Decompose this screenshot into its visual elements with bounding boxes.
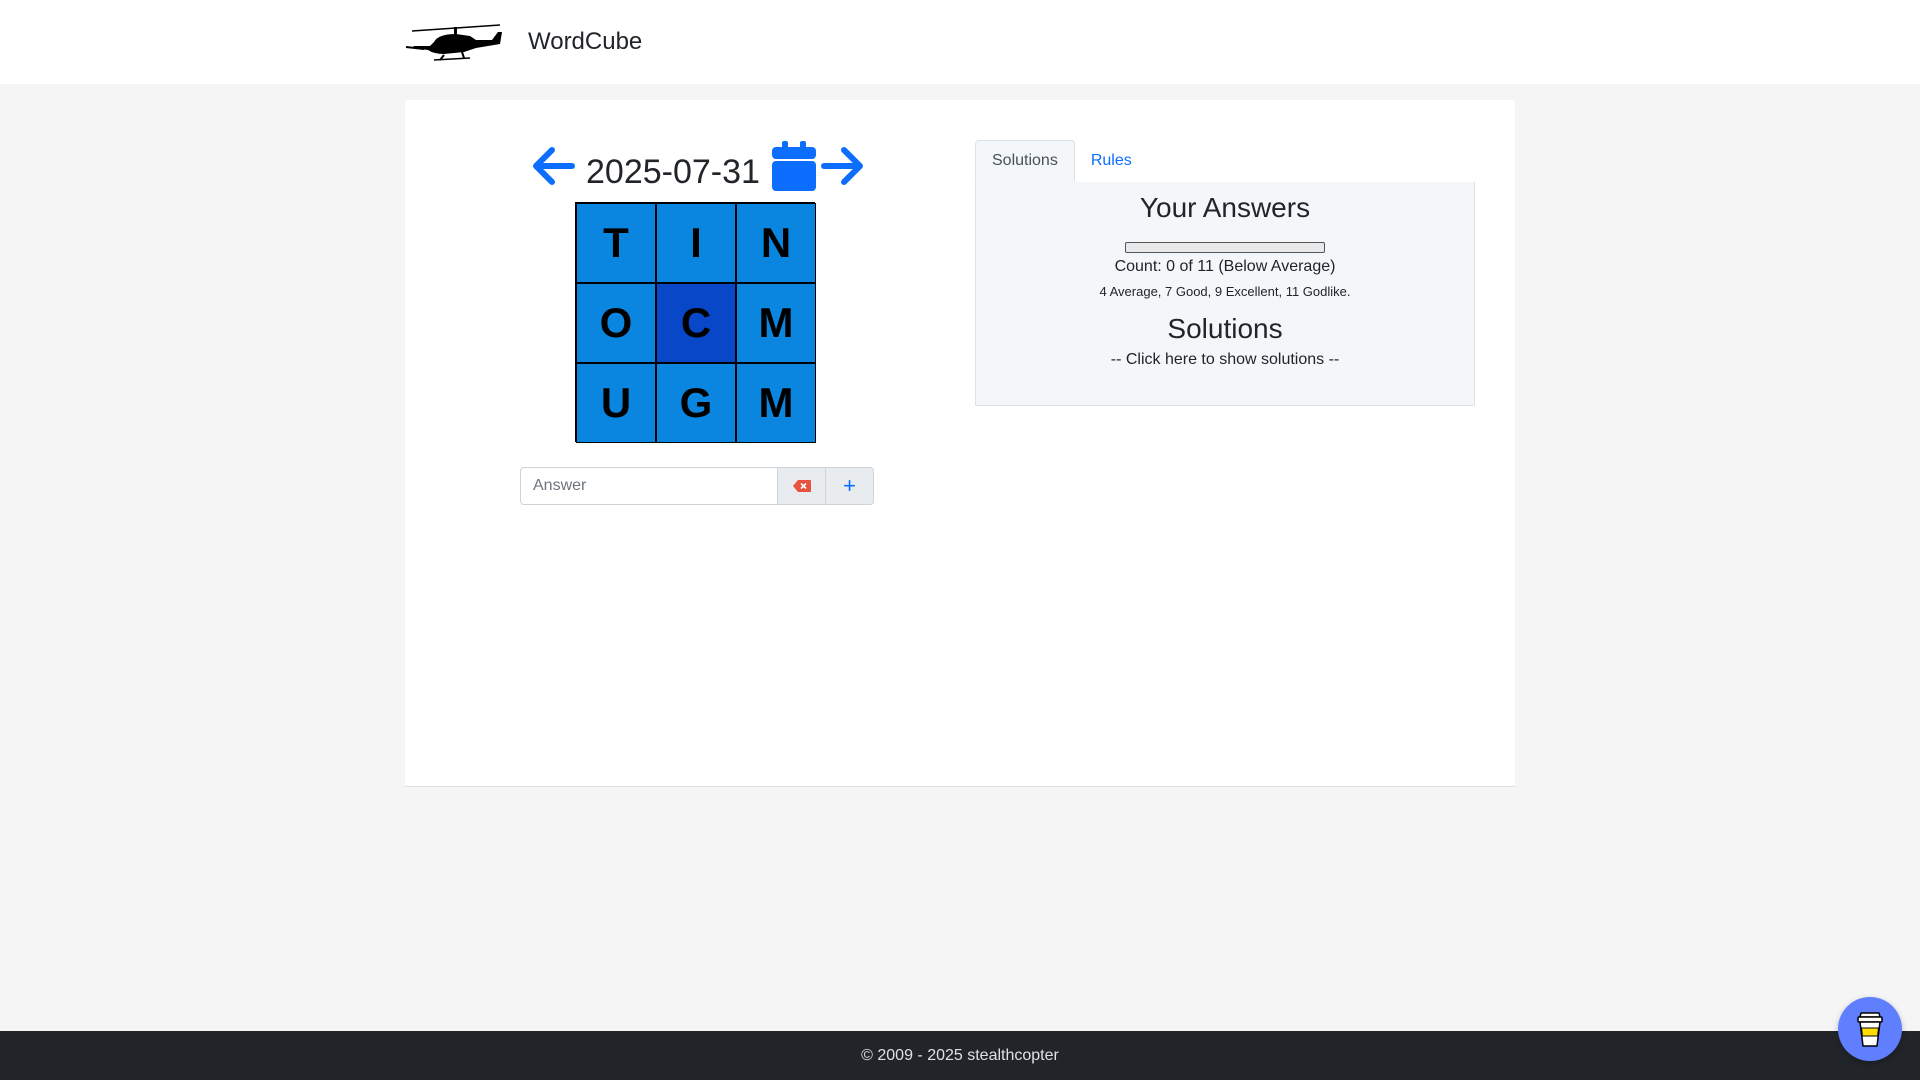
coffee-cup-icon	[1857, 1012, 1883, 1047]
letter-cell[interactable]: G	[656, 363, 736, 443]
letter-cell[interactable]: I	[656, 203, 736, 283]
answers-progress-bar	[1125, 242, 1325, 253]
tab-bar: Solutions Rules	[975, 140, 1475, 183]
center-letter-cell[interactable]: C	[656, 283, 736, 363]
next-day-button[interactable]	[818, 142, 866, 190]
brand-link[interactable]: WordCube	[404, 18, 642, 66]
tab-rules[interactable]: Rules	[1075, 140, 1148, 182]
score-thresholds: 4 Average, 7 Good, 9 Excellent, 11 Godli…	[1099, 284, 1351, 299]
clear-answer-button[interactable]	[778, 467, 826, 505]
brand-name: WordCube	[528, 28, 643, 55]
add-answer-button[interactable]: +	[826, 467, 874, 505]
letter-cell[interactable]: N	[736, 203, 816, 283]
arrow-right-icon	[820, 147, 863, 185]
main-card: 2025-07-31 T I N O C M U G M Answer + So…	[405, 100, 1515, 787]
letter-cell[interactable]: M	[736, 283, 816, 363]
backspace-icon	[792, 480, 811, 492]
plus-icon: +	[843, 473, 856, 498]
previous-day-button[interactable]	[530, 142, 578, 190]
answer-form: +	[520, 467, 874, 505]
letter-cell[interactable]: O	[576, 283, 656, 363]
arrow-left-icon	[533, 147, 575, 185]
navbar: WordCube	[0, 0, 1920, 84]
letter-grid: T I N O C M U G M	[575, 202, 816, 443]
calendar-button[interactable]	[770, 138, 818, 194]
date-navigator: 2025-07-31	[530, 138, 866, 194]
copyright-text: © 2009 - 2025 stealthcopter	[861, 1046, 1059, 1064]
buy-me-a-coffee-button[interactable]	[1838, 997, 1902, 1061]
show-solutions-link[interactable]: -- Click here to show solutions --	[976, 351, 1474, 369]
helicopter-icon	[405, 24, 502, 61]
letter-cell[interactable]: U	[576, 363, 656, 443]
puzzle-date: 2025-07-31	[586, 152, 760, 191]
letter-cell[interactable]: M	[736, 363, 816, 443]
letter-cell[interactable]: T	[576, 203, 656, 283]
calendar-icon	[771, 141, 816, 191]
solutions-panel: Your Answers Count: 0 of 11 (Below Avera…	[975, 182, 1475, 406]
answer-count: Count: 0 of 11 (Below Average)	[1114, 258, 1336, 275]
your-answers-heading: Your Answers	[1139, 192, 1311, 223]
tab-solutions[interactable]: Solutions	[975, 140, 1075, 182]
solutions-heading: Solutions	[1167, 313, 1283, 344]
footer: © 2009 - 2025 stealthcopter	[0, 1031, 1920, 1080]
answer-input[interactable]	[520, 467, 778, 505]
